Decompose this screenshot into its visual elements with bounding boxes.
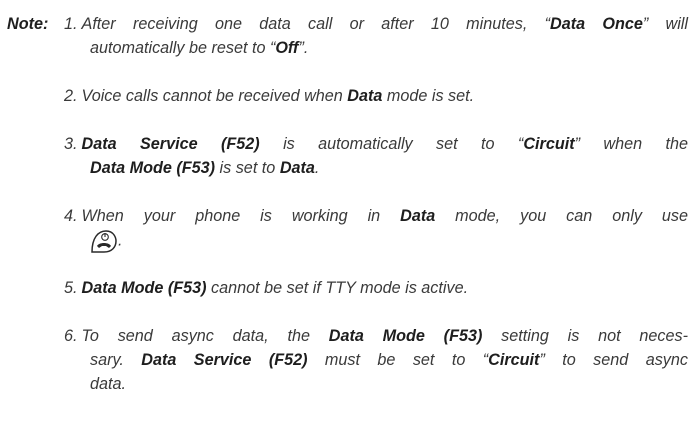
note-item-number: 5. bbox=[64, 279, 78, 297]
note-text: . bbox=[121, 375, 127, 393]
note-item-line: Data Mode (F53) is set to Data. bbox=[64, 156, 688, 180]
note-text: sary. bbox=[90, 351, 142, 369]
note-text: is set to bbox=[215, 159, 280, 177]
bold-term: Circuit bbox=[488, 351, 540, 369]
note-item-line: 1. After receiving one data call or afte… bbox=[64, 12, 688, 36]
note-text: cannot be set if TTY mode is active. bbox=[206, 279, 469, 297]
bold-term: Data bbox=[279, 159, 315, 177]
note-text: data bbox=[90, 375, 122, 393]
note-label: Note: bbox=[7, 15, 49, 33]
note-text: is automatically set to “ bbox=[259, 135, 524, 153]
bold-term: Data Mode (F53) bbox=[328, 327, 483, 345]
bold-term: Data bbox=[400, 207, 436, 225]
note-text: ” when the bbox=[574, 135, 688, 153]
note-item-line: 6. To send async data, the Data Mode (F5… bbox=[64, 324, 688, 348]
bold-term: Data Service (F52) bbox=[141, 351, 308, 369]
note-text: When your phone is working in bbox=[81, 207, 401, 225]
note-text: must be set to “ bbox=[307, 351, 489, 369]
note-text: . bbox=[314, 159, 320, 177]
note-text: ” will bbox=[642, 15, 688, 33]
note-item-line: . bbox=[64, 228, 688, 254]
note-text: Voice calls cannot be received when bbox=[81, 87, 348, 105]
note-item-line: data. bbox=[64, 372, 688, 396]
bold-term: Data Service (F52) bbox=[81, 135, 260, 153]
bold-term: Data Mode (F53) bbox=[90, 159, 216, 177]
note-item-number: 6. bbox=[64, 327, 78, 345]
note-item-number: 2. bbox=[64, 87, 78, 105]
note-text: ”. bbox=[298, 39, 309, 57]
end-call-power-key-icon bbox=[90, 228, 118, 254]
note-text: mode, you can only use bbox=[435, 207, 688, 225]
note-item-line: 2. Voice calls cannot be received when D… bbox=[64, 84, 688, 108]
note-text: ” to send async bbox=[539, 351, 688, 369]
note-text: . bbox=[118, 231, 123, 250]
note-item: 6. To send async data, the Data Mode (F5… bbox=[64, 324, 688, 396]
note-item: 5. Data Mode (F53) cannot be set if TTY … bbox=[64, 276, 688, 300]
note-item-line: 3. Data Service (F52) is automatically s… bbox=[64, 132, 688, 156]
note-item-number: 3. bbox=[64, 135, 78, 153]
note-item: 4. When your phone is working in Data mo… bbox=[64, 204, 688, 254]
note-text: automatically be reset to “ bbox=[90, 39, 276, 57]
bold-term: Data Mode (F53) bbox=[81, 279, 207, 297]
note-text: After receiving one data call or after 1… bbox=[81, 15, 551, 33]
bold-term: Data Once bbox=[550, 15, 643, 33]
note-item-line: automatically be reset to “Off”. bbox=[64, 36, 688, 60]
note-text: mode is set. bbox=[382, 87, 475, 105]
note-text: To send async data, the bbox=[81, 327, 329, 345]
note-item: 1. After receiving one data call or afte… bbox=[64, 12, 688, 60]
note-item-line: sary. Data Service (F52) must be set to … bbox=[64, 348, 688, 372]
note-item: 2. Voice calls cannot be received when D… bbox=[64, 84, 688, 108]
note-item-number: 1. bbox=[64, 15, 78, 33]
note-item-line: 4. When your phone is working in Data mo… bbox=[64, 204, 688, 228]
note-item-line: 5. Data Mode (F53) cannot be set if TTY … bbox=[64, 276, 688, 300]
note-text: setting is not neces- bbox=[482, 327, 688, 345]
bold-term: Data bbox=[347, 87, 383, 105]
note-item: 3. Data Service (F52) is automatically s… bbox=[64, 132, 688, 180]
bold-term: Off bbox=[275, 39, 299, 57]
note-item-number: 4. bbox=[64, 207, 78, 225]
bold-term: Circuit bbox=[523, 135, 575, 153]
